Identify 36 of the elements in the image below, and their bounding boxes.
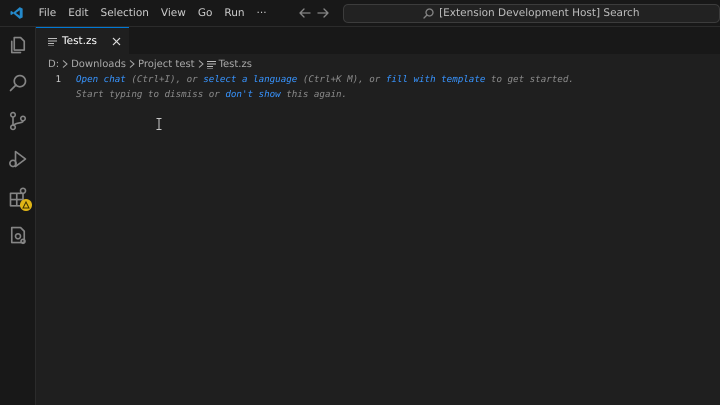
file-lines-icon (48, 36, 57, 46)
menu-item[interactable]: Edit (62, 5, 95, 21)
breadcrumb-item[interactable]: Project test (138, 58, 195, 70)
line-number: 1 (54, 73, 61, 87)
back-arrow-icon[interactable] (298, 7, 311, 19)
menu-item[interactable]: View (154, 5, 192, 21)
hint-link[interactable]: don't show (225, 89, 281, 100)
menu-item[interactable]: Run (218, 5, 251, 21)
forward-arrow-icon[interactable] (316, 7, 329, 19)
search-icon[interactable] (8, 73, 28, 93)
menu-item[interactable]: Go (192, 5, 218, 21)
breadcrumb-item[interactable]: Test.zs (218, 58, 252, 70)
extensions-icon[interactable] (8, 187, 28, 207)
breadcrumb-item[interactable]: Downloads (71, 58, 126, 70)
run-debug-icon[interactable] (8, 149, 28, 169)
breadcrumb-item[interactable]: D: (48, 58, 60, 70)
close-icon[interactable] (112, 36, 121, 46)
hint-link[interactable]: select a language (203, 74, 298, 85)
search-icon (423, 8, 434, 18)
editor-tab[interactable]: Test.zs (36, 27, 129, 54)
hint-link[interactable]: fill with template (386, 74, 486, 85)
hint-text: Open chat (Ctrl+I), or select a language (Ctrl+K M), or fill with template to get started. (76, 73, 574, 87)
menu-item[interactable]: ··· (250, 5, 273, 21)
chevron-right-icon (198, 60, 204, 68)
search-field[interactable]: [Extension Development Host] Search (342, 4, 720, 22)
text-cursor-icon (156, 118, 162, 130)
chevron-right-icon (62, 60, 68, 68)
menu-item[interactable]: Selection (94, 5, 155, 21)
file-lines-icon (206, 60, 216, 68)
menu-item[interactable]: File (32, 5, 62, 21)
chevron-right-icon (129, 60, 135, 68)
hint-text: Start typing to dismiss or don't show this again. (76, 88, 348, 102)
source-control-icon[interactable] (8, 111, 28, 131)
hint-link[interactable]: Open chat (76, 74, 126, 85)
app-logo-icon (10, 6, 24, 20)
tab-label: Test.zs (62, 35, 98, 47)
